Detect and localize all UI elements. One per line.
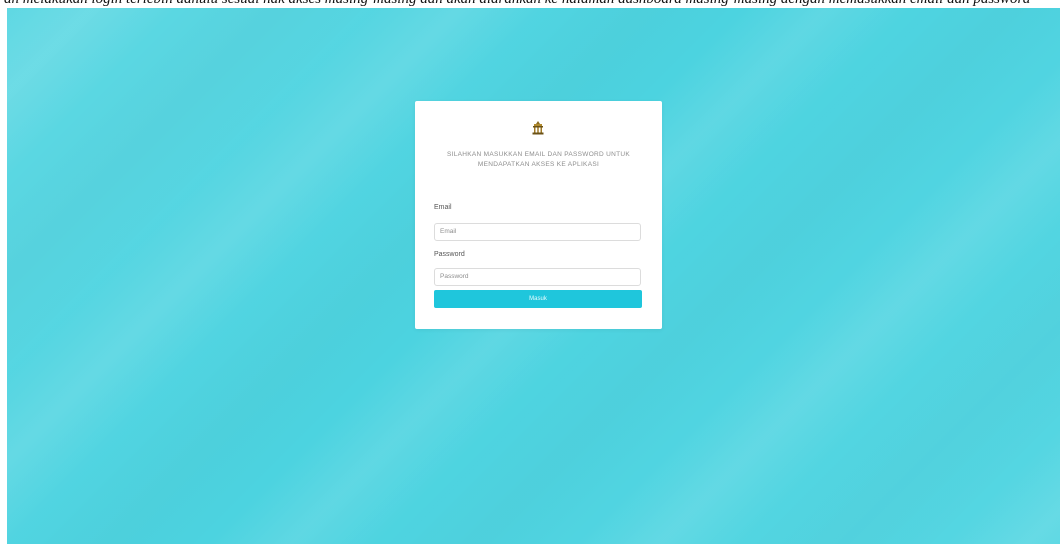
login-card: Silahkan masukkan email dan password unt… xyxy=(415,101,662,329)
login-submit-button[interactable]: Masuk xyxy=(434,290,642,308)
password-field[interactable]: Password xyxy=(434,268,641,286)
login-instruction-text: Silahkan masukkan email dan password unt… xyxy=(446,151,631,168)
email-label: Email xyxy=(434,204,452,211)
password-label: Password xyxy=(434,251,465,258)
login-page-background: Silahkan masukkan email dan password unt… xyxy=(7,8,1060,544)
emblem-icon xyxy=(532,121,544,135)
email-field[interactable]: Email xyxy=(434,223,641,241)
